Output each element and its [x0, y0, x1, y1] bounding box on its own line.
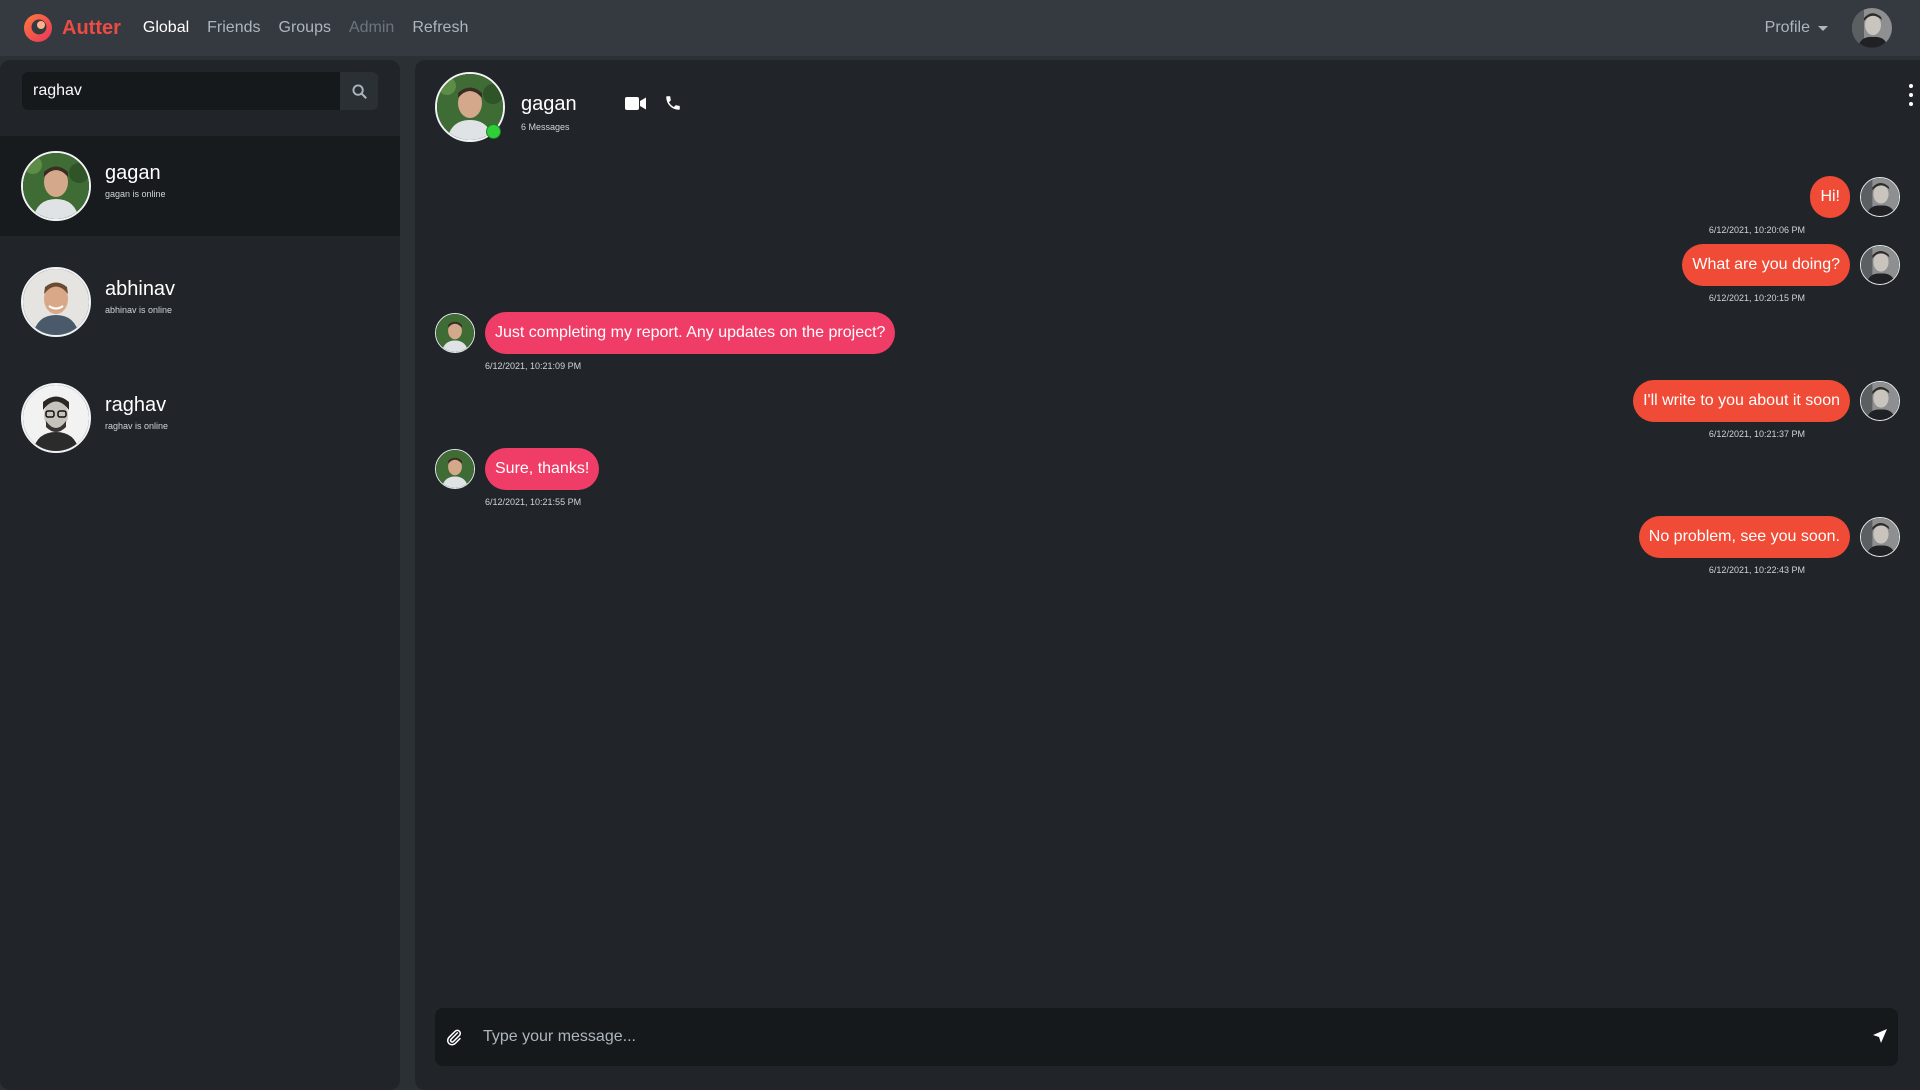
search-box: [22, 72, 340, 110]
contact-status: raghav is online: [105, 420, 169, 431]
chat-contact-name: gagan: [521, 93, 577, 115]
avatar: [1860, 177, 1900, 217]
message-timestamp: 6/12/2021, 10:20:15 PM: [1708, 293, 1805, 303]
avatar: [1860, 381, 1900, 421]
avatar: [435, 313, 475, 353]
message-input[interactable]: [473, 1008, 1853, 1066]
contact-text: abhinav abhinav is online: [105, 278, 175, 315]
message-composer: [435, 1008, 1898, 1066]
message-row: No problem, see you soon. 6/12/2021, 10:…: [1300, 516, 1900, 578]
user-avatar-icon: [1861, 246, 1899, 284]
nav-link-friends[interactable]: Friends: [207, 19, 260, 37]
search-input[interactable]: [22, 72, 340, 110]
send-button[interactable]: [1872, 1028, 1888, 1049]
contact-item-gagan[interactable]: gagan gagan is online: [0, 136, 400, 236]
message-bubble: I'll write to you about it soon: [1633, 380, 1850, 422]
message-count: 6 Messages: [521, 122, 570, 132]
message-timestamp: 6/12/2021, 10:21:09 PM: [485, 361, 582, 371]
search-button[interactable]: [340, 72, 378, 110]
avatar: [1860, 517, 1900, 557]
nav-link-admin: Admin: [348, 19, 395, 36]
user-avatar-icon: [23, 385, 89, 451]
message-timestamp: 6/12/2021, 10:21:37 PM: [1708, 429, 1805, 439]
online-status-dot: [486, 124, 501, 139]
profile-label: Profile: [1764, 19, 1810, 36]
contacts-sidebar: gagan gagan is online abhinav abhinav is…: [0, 60, 400, 1090]
paperclip-icon: [446, 1029, 462, 1046]
message-bubble: What are you doing?: [1682, 244, 1850, 286]
autter-logo-icon: [24, 14, 52, 42]
search-icon: [351, 83, 367, 99]
avatar: [1860, 245, 1900, 285]
contact-item-raghav[interactable]: raghav raghav is online: [0, 368, 400, 468]
contact-status: gagan is online: [105, 188, 166, 199]
nav-link-refresh[interactable]: Refresh: [412, 19, 468, 37]
message-timestamp: 6/12/2021, 10:22:43 PM: [1708, 565, 1805, 575]
chat-panel: gagan 6 Messages Hi! 6/12/2021, 10:20:06…: [415, 60, 1920, 1090]
nav-right: Profile: [1765, 0, 1892, 56]
avatar: [21, 267, 91, 337]
nav-links: Global Friends Groups Admin Refresh: [143, 19, 486, 37]
message-bubble: Just completing my report. Any updates o…: [485, 312, 896, 354]
nav-link-global[interactable]: Global: [143, 19, 189, 37]
chevron-down-icon: [1818, 25, 1828, 31]
message-bubble: Sure, thanks!: [485, 448, 600, 490]
avatar[interactable]: [1852, 8, 1892, 48]
avatar: [435, 449, 475, 489]
user-avatar-icon: [23, 269, 89, 335]
message-row: Sure, thanks! 6/12/2021, 10:21:55 PM: [435, 448, 1035, 510]
user-avatar-icon: [1861, 382, 1899, 420]
contact-name: raghav: [105, 393, 167, 416]
user-avatar-icon: [436, 450, 474, 488]
contact-name: abhinav: [105, 277, 176, 300]
message-row: Hi! 6/12/2021, 10:20:06 PM: [1300, 176, 1900, 238]
profile-dropdown[interactable]: Profile: [1765, 19, 1828, 37]
user-avatar-icon: [23, 153, 89, 219]
avatar: [21, 383, 91, 453]
message-timestamp: 6/12/2021, 10:20:06 PM: [1708, 225, 1805, 235]
message-row: I'll write to you about it soon 6/12/202…: [1300, 380, 1900, 442]
message-timestamp: 6/12/2021, 10:21:55 PM: [485, 497, 582, 507]
contact-item-abhinav[interactable]: abhinav abhinav is online: [0, 252, 400, 352]
message-bubble: Hi!: [1810, 176, 1850, 218]
contact-text: gagan gagan is online: [105, 162, 166, 199]
send-arrow-icon: [1873, 1029, 1887, 1043]
brand-name: Autter: [62, 16, 121, 39]
attach-button[interactable]: [445, 1027, 463, 1052]
message-row: Just completing my report. Any updates o…: [435, 312, 1035, 374]
message-row: What are you doing? 6/12/2021, 10:20:15 …: [1300, 244, 1900, 306]
user-avatar-icon: [1861, 178, 1899, 216]
chat-header: gagan 6 Messages: [435, 72, 1915, 142]
user-avatar-icon: [1852, 8, 1892, 48]
avatar: [21, 151, 91, 221]
brand[interactable]: Autter: [22, 12, 121, 44]
message-bubble: No problem, see you soon.: [1638, 516, 1850, 558]
more-options-icon[interactable]: [1907, 84, 1915, 106]
voice-call-button[interactable]: [664, 94, 682, 117]
top-navbar: Autter Global Friends Groups Admin Refre…: [0, 0, 1920, 56]
video-camera-icon: [625, 97, 646, 110]
user-avatar-icon: [436, 314, 474, 352]
user-avatar-icon: [1861, 518, 1899, 556]
contact-name: gagan: [105, 161, 161, 184]
video-call-button[interactable]: [625, 96, 647, 116]
nav-link-groups[interactable]: Groups: [279, 19, 331, 37]
contact-text: raghav raghav is online: [105, 394, 168, 431]
contact-status: abhinav is online: [105, 304, 173, 315]
phone-icon: [666, 96, 680, 110]
